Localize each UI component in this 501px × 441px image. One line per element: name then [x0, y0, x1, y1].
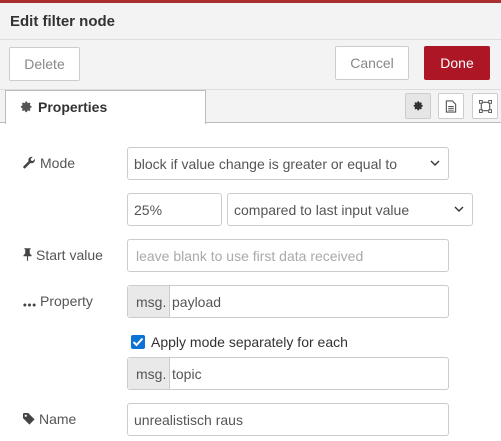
tray-header: Edit filter node: [0, 3, 501, 40]
start-value-label-text: Start value: [36, 247, 103, 263]
chevron-down-icon: [454, 206, 464, 212]
ellipsis-icon: [23, 303, 36, 307]
tag-icon: [23, 413, 35, 425]
property-prefix: msg.: [136, 294, 167, 310]
property-label: Property: [23, 293, 93, 309]
property-label-text: Property: [40, 293, 93, 309]
topic-typed-input[interactable]: msg. topic: [127, 357, 449, 390]
start-value-input[interactable]: leave blank to use first data received: [127, 239, 449, 272]
compare-select-value: compared to last input value: [234, 202, 410, 218]
gear-icon: [413, 101, 423, 111]
topic-type-selector[interactable]: msg.: [128, 358, 170, 389]
done-button[interactable]: Done: [424, 46, 490, 80]
name-value: unrealistisch raus: [134, 412, 243, 428]
node-appearance-icon: [479, 100, 492, 113]
appearance-tab-button[interactable]: [472, 93, 498, 119]
compare-select[interactable]: compared to last input value: [227, 193, 473, 226]
tab-properties[interactable]: Properties: [5, 90, 206, 124]
tab-properties-label: Properties: [38, 99, 108, 115]
separately-checkbox[interactable]: [131, 335, 145, 349]
name-label-text: Name: [39, 411, 77, 427]
description-tab-button[interactable]: [438, 93, 464, 119]
thumbtack-icon: [23, 248, 32, 261]
check-icon: [132, 337, 144, 347]
property-typed-input[interactable]: msg. payload: [127, 285, 449, 318]
tray-title: Edit filter node: [10, 13, 115, 30]
start-value-placeholder: leave blank to use first data received: [136, 248, 364, 264]
mode-label: Mode: [23, 155, 75, 171]
gear-icon: [20, 101, 32, 113]
separately-checkbox-label: Apply mode separately for each: [151, 334, 348, 350]
name-label: Name: [23, 411, 76, 427]
settings-tab-button[interactable]: [405, 93, 431, 119]
topic-value: topic: [172, 366, 202, 382]
property-type-selector[interactable]: msg.: [128, 286, 170, 317]
wrench-icon: [23, 156, 35, 169]
mode-label-text: Mode: [40, 155, 76, 171]
start-value-label: Start value: [23, 247, 103, 263]
delete-button[interactable]: Delete: [9, 47, 80, 81]
chevron-down-icon: [430, 160, 440, 166]
topic-prefix: msg.: [136, 366, 167, 382]
name-input[interactable]: unrealistisch raus: [127, 403, 449, 436]
threshold-value: 25%: [134, 202, 163, 218]
tray-toolbar: Delete Cancel Done: [0, 40, 501, 90]
property-value: payload: [172, 294, 222, 310]
threshold-input[interactable]: 25%: [127, 193, 222, 226]
mode-select-value: block if value change is greater or equa…: [134, 156, 398, 172]
file-text-icon: [445, 100, 457, 113]
mode-select[interactable]: block if value change is greater or equa…: [127, 147, 449, 180]
tab-bar: Properties: [0, 90, 501, 124]
cancel-button[interactable]: Cancel: [335, 46, 409, 80]
